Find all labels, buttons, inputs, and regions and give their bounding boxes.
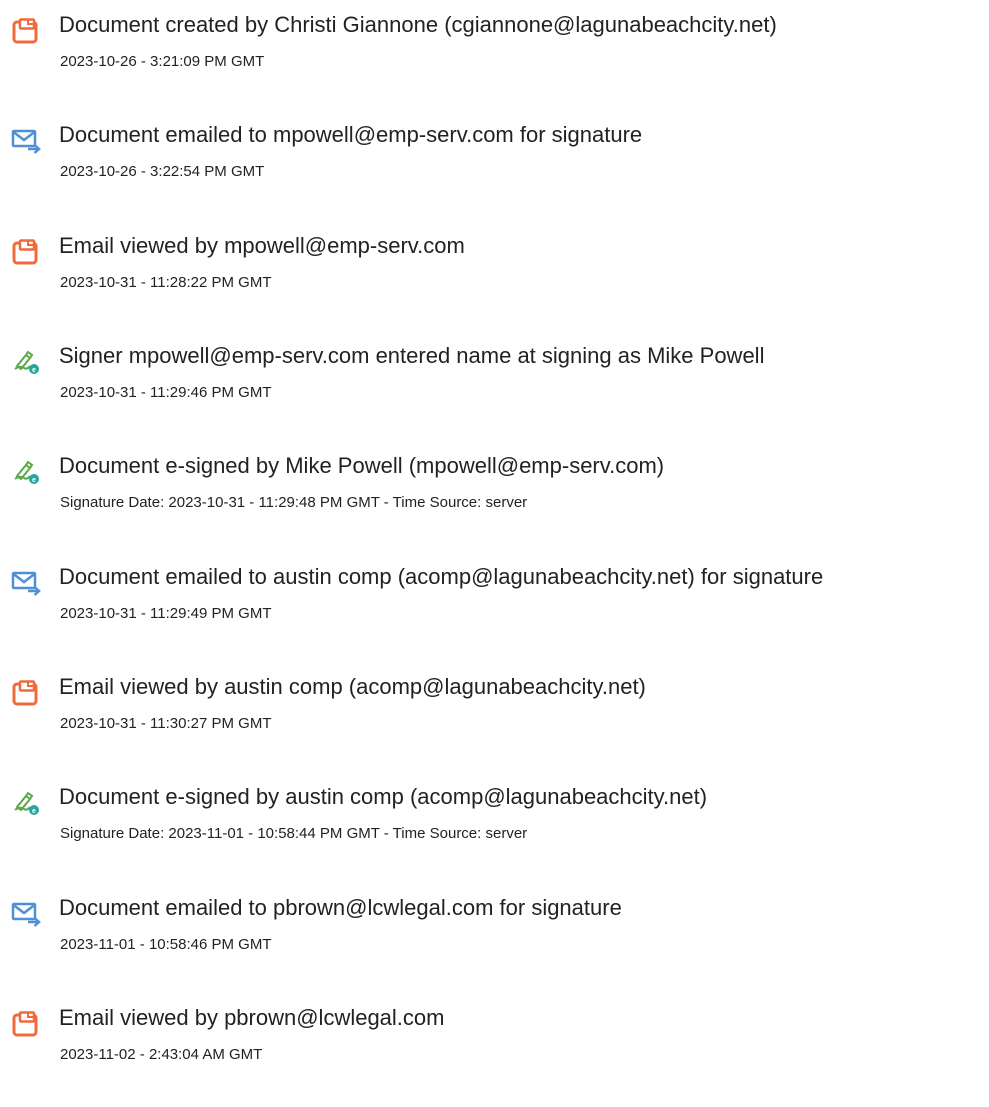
document-icon	[11, 239, 41, 265]
audit-log: Document created by Christi Giannone (cg…	[0, 0, 989, 1107]
event-description: Document e-signed by austin comp (acomp@…	[59, 784, 708, 809]
event-timestamp: Signature Date: 2023-11-01 - 10:58:44 PM…	[60, 825, 528, 842]
event-timestamp: 2023-10-31 - 11:29:49 PM GMT	[60, 605, 272, 622]
event-description: Signer mpowell@emp-serv.com entered name…	[59, 343, 765, 368]
event-description: Document created by Christi Giannone (cg…	[59, 12, 777, 37]
event-timestamp: 2023-10-31 - 11:29:46 PM GMT	[60, 384, 272, 401]
esign-pen-icon: e	[11, 459, 41, 485]
event-description: Email viewed by mpowell@emp-serv.com	[59, 233, 465, 258]
event-description: Email viewed by pbrown@lcwlegal.com	[59, 1005, 445, 1030]
event-timestamp: 2023-11-01 - 10:58:46 PM GMT	[60, 936, 272, 953]
svg-text:e: e	[32, 477, 36, 484]
svg-text:e: e	[32, 808, 36, 815]
event-timestamp: 2023-10-31 - 11:28:22 PM GMT	[60, 274, 272, 291]
event-description: Email viewed by austin comp (acomp@lagun…	[59, 674, 646, 699]
log-entry: e Document e-signed by austin comp (acom…	[0, 780, 989, 850]
event-timestamp: 2023-10-26 - 3:22:54 PM GMT	[60, 163, 265, 180]
esign-pen-icon: e	[11, 349, 41, 375]
svg-text:e: e	[32, 367, 36, 374]
event-description: Document emailed to mpowell@emp-serv.com…	[59, 122, 643, 147]
event-description: Document e-signed by Mike Powell (mpowel…	[59, 453, 665, 478]
event-description: Document emailed to pbrown@lcwlegal.com …	[59, 895, 622, 920]
event-timestamp: 2023-11-02 - 2:43:04 AM GMT	[60, 1046, 263, 1063]
event-description: Document emailed to austin comp (acomp@l…	[59, 564, 824, 589]
log-entry: e Document e-signed by Mike Powell (mpow…	[0, 449, 989, 519]
log-entry: Document emailed to mpowell@emp-serv.com…	[0, 118, 989, 188]
event-timestamp: 2023-10-26 - 3:21:09 PM GMT	[60, 53, 265, 70]
log-entry: Email viewed by mpowell@emp-serv.com 202…	[0, 229, 989, 299]
log-entry: Email viewed by pbrown@lcwlegal.com 2023…	[0, 1001, 989, 1071]
document-icon	[11, 680, 41, 706]
log-entry: Document created by Christi Giannone (cg…	[0, 8, 989, 78]
document-icon	[11, 18, 41, 44]
event-timestamp: 2023-10-31 - 11:30:27 PM GMT	[60, 715, 272, 732]
email-sent-icon	[11, 570, 41, 596]
log-entry: Document emailed to pbrown@lcwlegal.com …	[0, 891, 989, 961]
event-timestamp: Signature Date: 2023-10-31 - 11:29:48 PM…	[60, 494, 528, 511]
document-icon	[11, 1011, 41, 1037]
log-entry: Email viewed by austin comp (acomp@lagun…	[0, 670, 989, 740]
log-entry: Document emailed to austin comp (acomp@l…	[0, 560, 989, 630]
esign-pen-icon: e	[11, 790, 41, 816]
email-sent-icon	[11, 128, 41, 154]
email-sent-icon	[11, 901, 41, 927]
log-entry: e Signer mpowell@emp-serv.com entered na…	[0, 339, 989, 409]
